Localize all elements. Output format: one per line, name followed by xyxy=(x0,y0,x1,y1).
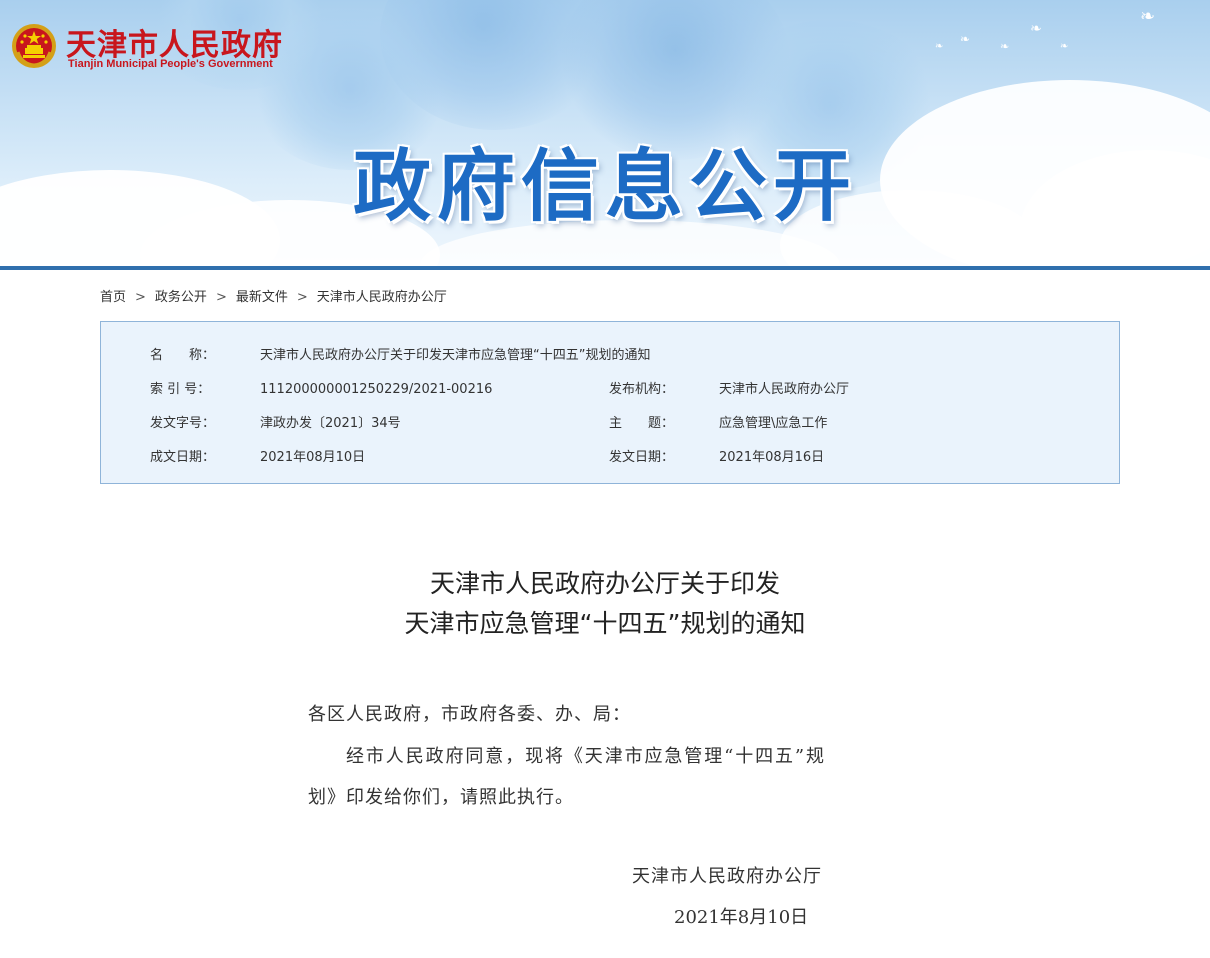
info-value: 天津市人民政府办公厅 xyxy=(719,382,850,397)
paragraph-line: 划》印发给你们，请照此执行。 xyxy=(308,787,574,808)
dove-icon: ❧ xyxy=(1000,40,1010,53)
header-banner: ❧ ❧ ❧ ❧ ❧ ❧ 天津市人民政府 Tianjin Municipal Pe… xyxy=(0,0,1210,266)
info-label: 发文字号： xyxy=(150,416,216,431)
info-value: 津政办发〔2021〕34号 xyxy=(260,416,401,431)
breadcrumb-item-general-office[interactable]: 天津市人民政府办公厅 xyxy=(317,290,447,305)
info-label: 主 题： xyxy=(609,416,675,431)
signature-date: 2021年8月10日 xyxy=(674,907,809,928)
info-label: 成文日期： xyxy=(150,450,216,465)
info-row-created-date: 成文日期： 2021年08月10日 xyxy=(150,446,365,465)
banner-title: 政府信息公开 xyxy=(352,142,857,232)
document-title-line: 天津市人民政府办公厅关于印发 xyxy=(429,569,780,598)
info-row-topic: 主 题： 应急管理\应急工作 xyxy=(609,412,827,431)
national-emblem-icon xyxy=(12,24,56,68)
breadcrumb-separator: > xyxy=(215,290,227,305)
paragraph-line: 经市人民政府同意，现将《天津市应急管理“十四五”规 xyxy=(346,746,826,767)
logo-subtitle: Tianjin Municipal People's Government xyxy=(68,58,273,70)
info-row-index: 索 引 号： 111200000001250229/2021-00216 xyxy=(150,378,492,397)
info-row-issued-date: 发文日期： 2021年08月16日 xyxy=(609,446,824,465)
document-title: 天津市人民政府办公厅关于印发 天津市应急管理“十四五”规划的通知 xyxy=(0,564,1210,644)
site-logo[interactable]: 天津市人民政府 Tianjin Municipal People's Gover… xyxy=(10,20,310,76)
info-value: 应急管理\应急工作 xyxy=(719,416,828,431)
dove-icon: ❧ xyxy=(935,41,944,52)
info-value: 2021年08月10日 xyxy=(260,450,366,465)
info-value: 111200000001250229/2021-00216 xyxy=(260,382,493,397)
dove-icon: ❧ xyxy=(960,32,971,46)
info-label: 发布机构： xyxy=(609,382,675,397)
info-row-name: 名 称： 天津市人民政府办公厅关于印发天津市应急管理“十四五”规划的通知 xyxy=(150,344,650,363)
document-title-line: 天津市应急管理“十四五”规划的通知 xyxy=(404,609,806,638)
breadcrumb-item-gov-affairs[interactable]: 政务公开 xyxy=(155,290,207,305)
breadcrumb-item-home[interactable]: 首页 xyxy=(100,290,126,305)
breadcrumb: 首页 > 政务公开 > 最新文件 > 天津市人民政府办公厅 xyxy=(100,286,447,305)
dove-icon: ❧ xyxy=(1060,41,1069,52)
info-label: 名 称： xyxy=(150,348,216,363)
info-value: 2021年08月16日 xyxy=(719,450,825,465)
info-value: 天津市人民政府办公厅关于印发天津市应急管理“十四五”规划的通知 xyxy=(260,348,651,363)
dove-icon: ❧ xyxy=(1030,21,1042,37)
breadcrumb-item-latest-files[interactable]: 最新文件 xyxy=(236,290,288,305)
document-info-panel: 名 称： 天津市人民政府办公厅关于印发天津市应急管理“十四五”规划的通知 索 引 … xyxy=(100,321,1120,484)
banner-divider xyxy=(0,266,1210,270)
breadcrumb-separator: > xyxy=(135,290,146,305)
salutation: 各区人民政府，市政府各委、办、局： xyxy=(308,704,631,725)
dove-icon: ❧ xyxy=(1140,6,1156,27)
info-row-publisher: 发布机构： 天津市人民政府办公厅 xyxy=(609,378,849,397)
info-label: 发文日期： xyxy=(609,450,675,465)
signature-office: 天津市人民政府办公厅 xyxy=(632,866,822,887)
info-label: 索 引 号： xyxy=(150,382,211,397)
breadcrumb-separator: > xyxy=(296,290,308,305)
info-row-doc-number: 发文字号： 津政办发〔2021〕34号 xyxy=(150,412,401,431)
